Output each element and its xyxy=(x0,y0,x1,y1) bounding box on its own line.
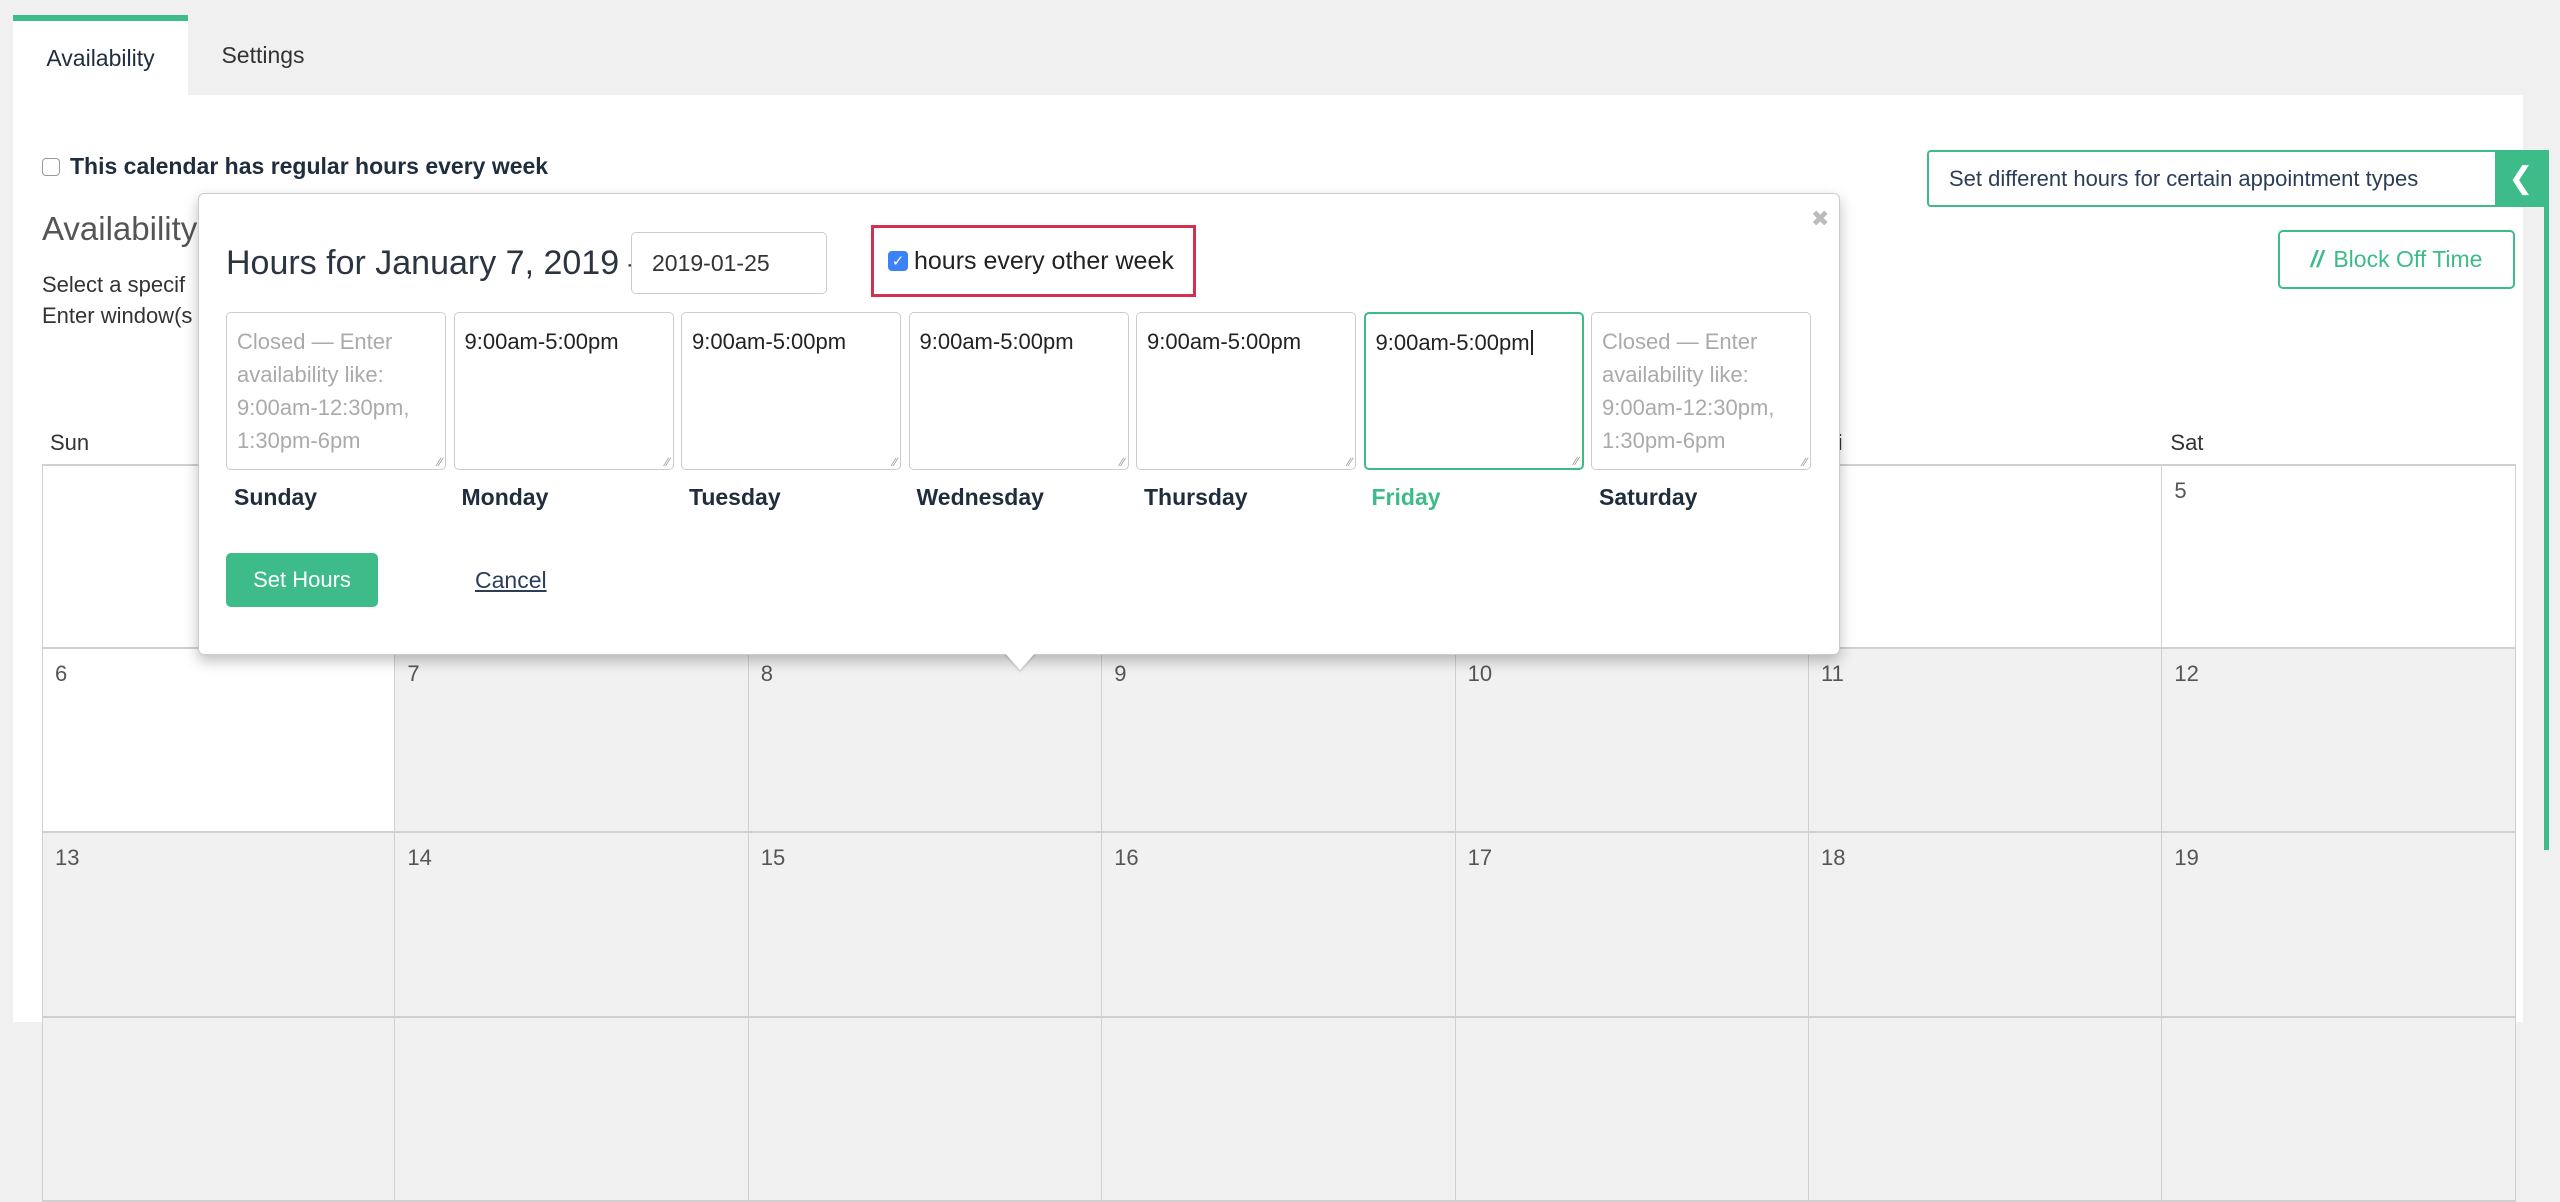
hours-input-friday[interactable]: 9:00am-5:00pm ∕∕ xyxy=(1364,312,1584,470)
text-caret xyxy=(1531,330,1533,355)
calendar-day-cell[interactable]: 9 xyxy=(1102,649,1455,834)
calendar-day-cell[interactable]: 6 xyxy=(42,649,395,834)
calendar-day-cell[interactable] xyxy=(1456,1018,1809,1202)
resize-handle-icon[interactable]: ∕∕ xyxy=(665,456,669,468)
day-label-tuesday: Tuesday xyxy=(689,484,781,511)
hours-input-thursday[interactable]: 9:00am-5:00pm ∕∕ xyxy=(1136,312,1356,470)
day-number: 10 xyxy=(1468,661,1492,687)
day-number: 18 xyxy=(1821,845,1845,871)
every-other-week-checkbox[interactable]: ✓ xyxy=(888,251,908,271)
day-label-sunday: Sunday xyxy=(234,484,317,511)
day-number: 14 xyxy=(407,845,431,871)
calendar-day-cell[interactable] xyxy=(1102,1018,1455,1202)
regular-hours-checkbox[interactable] xyxy=(42,158,60,176)
calendar-day-cell[interactable]: 8 xyxy=(749,649,1102,834)
day-number: 15 xyxy=(761,845,785,871)
section-heading: Availability xyxy=(42,210,197,248)
day-number: 9 xyxy=(1114,661,1126,687)
calendar-day-cell[interactable] xyxy=(395,1018,748,1202)
day-label-saturday: Saturday xyxy=(1599,484,1697,511)
tab-availability[interactable]: Availability xyxy=(13,15,188,95)
tab-settings[interactable]: Settings xyxy=(188,15,338,95)
set-hours-button[interactable]: Set Hours xyxy=(226,553,378,607)
calendar-day-cell[interactable]: 7 xyxy=(395,649,748,834)
regular-hours-label: This calendar has regular hours every we… xyxy=(70,153,548,180)
resize-handle-icon[interactable]: ∕∕ xyxy=(893,456,897,468)
day-number: 16 xyxy=(1114,845,1138,871)
block-off-time-button[interactable]: // Block Off Time xyxy=(2278,230,2515,289)
hours-value-wednesday: 9:00am-5:00pm xyxy=(920,329,1074,354)
hours-value-monday: 9:00am-5:00pm xyxy=(465,329,619,354)
calendar-day-cell[interactable]: 5 xyxy=(2162,464,2515,649)
resize-handle-icon[interactable]: ∕∕ xyxy=(1574,455,1578,467)
day-number: 5 xyxy=(2174,478,2186,504)
regular-hours-toggle[interactable]: This calendar has regular hours every we… xyxy=(42,153,548,180)
day-label-friday: Friday xyxy=(1372,484,1441,511)
day-number: 17 xyxy=(1468,845,1492,871)
popup-title: Hours for January 7, 2019 — xyxy=(226,244,663,283)
hours-value-friday: 9:00am-5:00pm xyxy=(1376,330,1530,355)
calendar-day-cell[interactable] xyxy=(42,1018,395,1202)
calendar-day-cell[interactable] xyxy=(1809,464,2162,649)
day-number: 12 xyxy=(2174,661,2198,687)
section-description: Select a specif xyxy=(42,272,185,298)
calendar-day-cell[interactable] xyxy=(1809,1018,2162,1202)
hours-input-sunday[interactable]: Closed — Enter availability like: 9:00am… xyxy=(226,312,446,470)
calendar-day-cell[interactable]: 13 xyxy=(42,833,395,1018)
calendar-day-cell[interactable]: 16 xyxy=(1102,833,1455,1018)
section-description-2: Enter window(s xyxy=(42,303,192,329)
every-other-week-toggle[interactable]: ✓ hours every other week xyxy=(871,225,1196,297)
side-panel-edge xyxy=(2544,150,2549,850)
day-number: 11 xyxy=(1821,661,1844,687)
calendar-day-cell[interactable]: 17 xyxy=(1456,833,1809,1018)
day-header-sun: Sun xyxy=(50,430,89,456)
calendar-day-cell[interactable]: 14 xyxy=(395,833,748,1018)
day-number: 19 xyxy=(2174,845,2198,871)
calendar-day-cell[interactable]: 12 xyxy=(2162,649,2515,834)
close-icon[interactable]: ✖ xyxy=(1811,206,1829,232)
calendar-day-cell[interactable]: 18 xyxy=(1809,833,2162,1018)
day-label-thursday: Thursday xyxy=(1144,484,1248,511)
calendar-day-cell[interactable]: 10 xyxy=(1456,649,1809,834)
stripes-icon: // xyxy=(2311,246,2324,273)
hours-input-monday[interactable]: 9:00am-5:00pm ∕∕ xyxy=(454,312,674,470)
calendar-day-cell[interactable]: 19 xyxy=(2162,833,2515,1018)
day-number: 6 xyxy=(55,661,67,687)
resize-handle-icon[interactable]: ∕∕ xyxy=(438,456,442,468)
cancel-link[interactable]: Cancel xyxy=(475,567,547,594)
set-different-hours-button[interactable]: Set different hours for certain appointm… xyxy=(1927,150,2495,207)
day-number: 13 xyxy=(55,845,79,871)
hours-input-tuesday[interactable]: 9:00am-5:00pm ∕∕ xyxy=(681,312,901,470)
day-header-sat: Sat xyxy=(2170,430,2203,456)
popup-arrow xyxy=(1004,652,1036,670)
day-label-wednesday: Wednesday xyxy=(917,484,1044,511)
calendar-day-cell[interactable] xyxy=(749,1018,1102,1202)
day-number: 7 xyxy=(407,661,419,687)
resize-handle-icon[interactable]: ∕∕ xyxy=(1120,456,1124,468)
day-number: 8 xyxy=(761,661,773,687)
block-off-time-label: Block Off Time xyxy=(2333,246,2482,273)
hours-value-tuesday: 9:00am-5:00pm xyxy=(692,329,846,354)
resize-handle-icon[interactable]: ∕∕ xyxy=(1348,456,1352,468)
end-date-input[interactable] xyxy=(631,232,827,294)
hours-popup: Hours for January 7, 2019 — ✓ hours ever… xyxy=(198,193,1840,655)
hours-placeholder-saturday: Closed — Enter availability like: 9:00am… xyxy=(1602,329,1774,453)
hours-input-saturday[interactable]: Closed — Enter availability like: 9:00am… xyxy=(1591,312,1811,470)
every-other-week-label: hours every other week xyxy=(914,247,1174,276)
hours-placeholder-sunday: Closed — Enter availability like: 9:00am… xyxy=(237,329,409,453)
calendar-day-cell[interactable]: 15 xyxy=(749,833,1102,1018)
day-label-monday: Monday xyxy=(462,484,549,511)
chevron-left-icon[interactable]: ❮ xyxy=(2495,150,2547,207)
calendar-day-cell[interactable] xyxy=(2162,1018,2515,1202)
hours-value-thursday: 9:00am-5:00pm xyxy=(1147,329,1301,354)
calendar-day-cell[interactable]: 11 xyxy=(1809,649,2162,834)
resize-handle-icon[interactable]: ∕∕ xyxy=(1803,456,1807,468)
hours-input-wednesday[interactable]: 9:00am-5:00pm ∕∕ xyxy=(909,312,1129,470)
